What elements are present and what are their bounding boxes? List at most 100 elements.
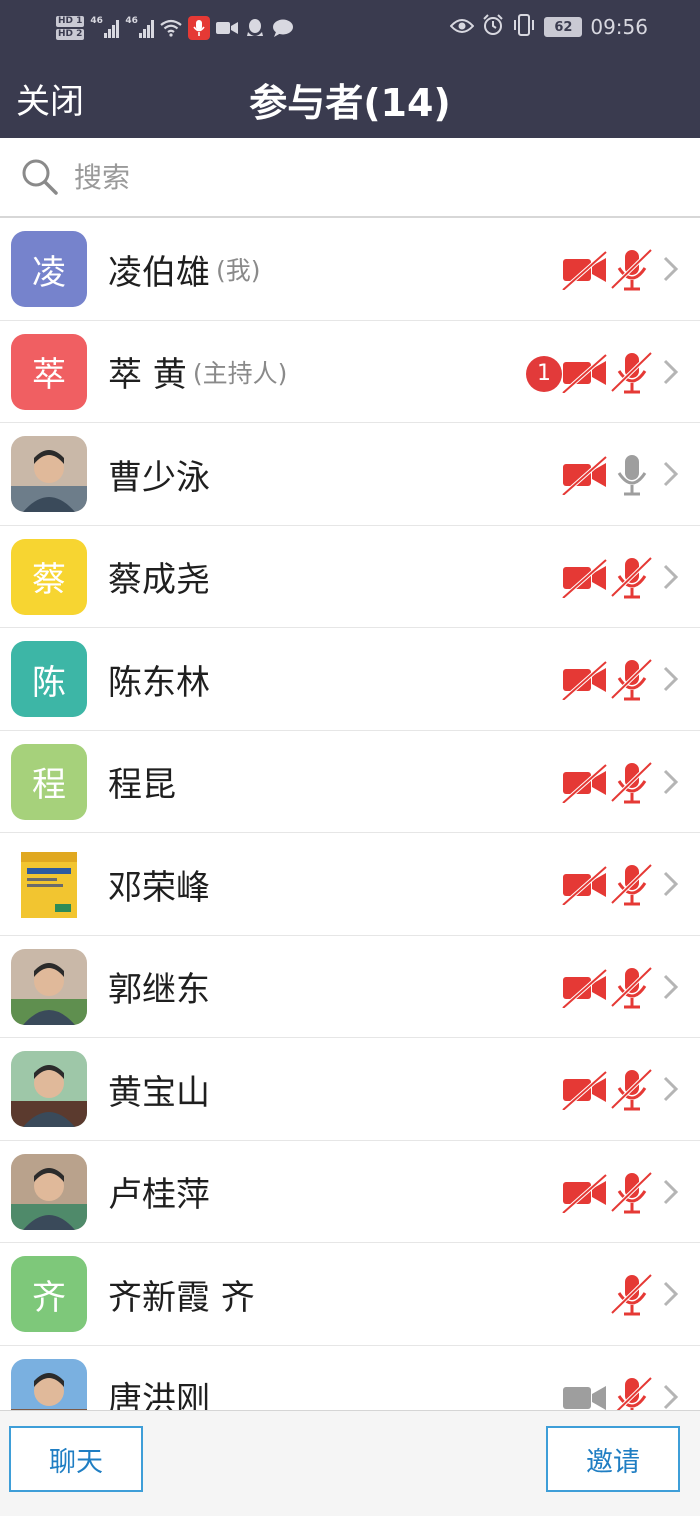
participant-row[interactable]: 程程昆 bbox=[0, 731, 700, 833]
participant-name: 陈东林 bbox=[108, 662, 210, 703]
unread-badge: 1 bbox=[526, 355, 562, 392]
participant-row[interactable]: 蔡蔡成尧 bbox=[0, 526, 700, 628]
mic-muted-icon bbox=[610, 248, 653, 296]
chevron-right-icon bbox=[662, 665, 680, 697]
participant-name-group: 陈东林 bbox=[108, 628, 210, 730]
status-right: 62 09:56 bbox=[450, 12, 648, 42]
status-bar: HD 1 HD 2 46 46 62 09:56 bbox=[0, 0, 700, 56]
mic-muted-icon bbox=[610, 1273, 653, 1321]
participant-list[interactable]: 凌凌伯雄 (我) 萃萃 黄 (主持人) 1 曹少泳蔡蔡成尧陈陈东林程程昆 邓荣峰 郭继东 黄宝山… bbox=[0, 218, 700, 1410]
participant-name-group: 曹少泳 bbox=[108, 423, 210, 525]
signal-icon-2: 46 bbox=[125, 16, 155, 38]
participant-name-group: 邓荣峰 bbox=[108, 833, 210, 935]
invite-button[interactable]: 邀请 bbox=[546, 1426, 680, 1492]
avatar: 程 bbox=[11, 743, 87, 820]
chat-button[interactable]: 聊天 bbox=[9, 1426, 143, 1492]
battery-indicator: 62 bbox=[544, 17, 583, 37]
hd2-label: HD 2 bbox=[56, 29, 85, 40]
alarm-icon bbox=[482, 13, 504, 41]
video-off-icon bbox=[561, 250, 608, 294]
video-off-icon bbox=[561, 455, 608, 499]
chevron-right-icon bbox=[662, 768, 680, 800]
recording-mic-icon bbox=[188, 16, 211, 40]
video-off-icon bbox=[561, 660, 608, 704]
avatar: 蔡 bbox=[11, 538, 87, 615]
chevron-right-icon bbox=[662, 973, 680, 1005]
status-left: HD 1 HD 2 46 46 bbox=[56, 8, 294, 48]
participant-row[interactable]: 卢桂萍 bbox=[0, 1141, 700, 1243]
participant-row[interactable]: 萃萃 黄 (主持人) 1 bbox=[0, 321, 700, 423]
video-camera-icon bbox=[562, 1378, 608, 1411]
search-bar bbox=[0, 138, 700, 218]
video-off-icon bbox=[561, 1070, 608, 1114]
participant-name: 程昆 bbox=[108, 765, 176, 805]
avatar bbox=[11, 1358, 87, 1410]
participant-row[interactable]: 邓荣峰 bbox=[0, 833, 700, 936]
participant-name: 曹少泳 bbox=[108, 457, 210, 498]
hd1-label: HD 1 bbox=[56, 16, 85, 27]
chevron-right-icon bbox=[662, 255, 680, 287]
mic-muted-icon bbox=[610, 556, 653, 604]
mic-muted-icon bbox=[610, 351, 653, 399]
video-off-icon bbox=[561, 968, 608, 1012]
avatar bbox=[11, 1051, 87, 1127]
participant-name-group: 郭继东 bbox=[108, 936, 210, 1038]
message-icon bbox=[272, 18, 294, 38]
hd-indicator: HD 1 HD 2 bbox=[56, 16, 85, 40]
video-status-icon bbox=[216, 18, 239, 38]
participant-name: 凌伯雄 bbox=[108, 252, 210, 293]
wifi-icon bbox=[160, 18, 183, 38]
bottom-toolbar: 聊天 邀请 bbox=[0, 1410, 700, 1516]
participant-name-group: 凌伯雄 (我) bbox=[108, 218, 261, 320]
participant-name: 卢桂萍 bbox=[108, 1175, 210, 1215]
avatar bbox=[11, 436, 87, 512]
eye-icon bbox=[450, 15, 475, 39]
participant-name-group: 卢桂萍 bbox=[108, 1141, 210, 1243]
page-title: 参与者(14) bbox=[249, 81, 451, 125]
signal-icon: 46 bbox=[90, 16, 120, 38]
network-type-1: 46 bbox=[90, 16, 103, 26]
video-off-icon bbox=[561, 558, 608, 602]
avatar bbox=[11, 948, 87, 1025]
chevron-right-icon bbox=[662, 460, 680, 492]
participant-role: (我) bbox=[216, 256, 261, 285]
participant-row[interactable]: 唐洪刚 bbox=[0, 1346, 700, 1411]
video-off-icon bbox=[561, 763, 608, 807]
vibrate-icon bbox=[512, 13, 536, 41]
participant-row[interactable]: 郭继东 bbox=[0, 936, 700, 1038]
chevron-right-icon bbox=[662, 1383, 680, 1411]
participant-name-group: 程昆 bbox=[108, 731, 176, 833]
participant-row[interactable]: 黄宝山 bbox=[0, 1038, 700, 1141]
mic-muted-icon bbox=[610, 1171, 653, 1219]
participant-name: 蔡成尧 bbox=[108, 560, 210, 600]
participant-row[interactable]: 齐齐新霞 齐 bbox=[0, 1243, 700, 1346]
qq-icon bbox=[244, 18, 266, 38]
mic-muted-icon bbox=[610, 658, 653, 706]
chevron-right-icon bbox=[662, 1280, 680, 1312]
search-input[interactable] bbox=[74, 160, 634, 194]
participant-name: 唐洪刚 bbox=[108, 1380, 210, 1410]
participant-name: 萃 黄 bbox=[108, 355, 187, 395]
participant-row[interactable]: 陈陈东林 bbox=[0, 628, 700, 731]
chevron-right-icon bbox=[662, 870, 680, 902]
avatar: 萃 bbox=[11, 333, 87, 410]
mic-muted-icon bbox=[610, 1068, 653, 1116]
microphone-icon bbox=[611, 453, 653, 501]
network-type-2: 46 bbox=[125, 16, 138, 26]
participant-name-group: 齐新霞 齐 bbox=[108, 1243, 255, 1345]
chevron-right-icon bbox=[662, 1178, 680, 1210]
chevron-right-icon bbox=[662, 358, 680, 390]
participant-name-group: 唐洪刚 bbox=[108, 1346, 210, 1410]
avatar: 齐 bbox=[11, 1256, 87, 1332]
mic-muted-icon bbox=[611, 1376, 653, 1410]
participant-name: 齐新霞 齐 bbox=[108, 1277, 255, 1318]
participant-name: 郭继东 bbox=[108, 970, 210, 1010]
chevron-right-icon bbox=[662, 563, 680, 595]
mic-muted-icon bbox=[610, 761, 653, 809]
participant-row[interactable]: 曹少泳 bbox=[0, 423, 700, 526]
participant-row[interactable]: 凌凌伯雄 (我) bbox=[0, 218, 700, 321]
avatar: 陈 bbox=[11, 641, 87, 717]
video-off-icon bbox=[561, 1173, 608, 1217]
chevron-right-icon bbox=[662, 1075, 680, 1107]
participant-name-group: 蔡成尧 bbox=[108, 526, 210, 628]
